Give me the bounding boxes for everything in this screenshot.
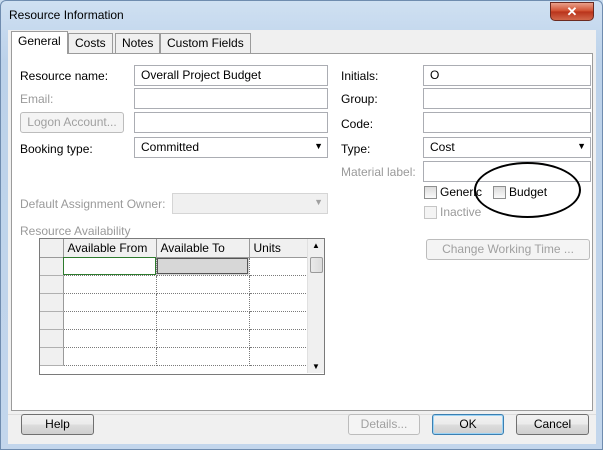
availability-table: Available From Available To Units	[40, 239, 308, 366]
available-from-cell[interactable]	[63, 347, 157, 366]
table-row	[40, 311, 308, 330]
dialog-client-area: General Costs Notes Custom Fields Resour…	[8, 30, 596, 444]
code-field[interactable]	[423, 112, 591, 133]
resource-name-field[interactable]: Overall Project Budget	[134, 65, 328, 86]
booking-type-label: Booking type:	[20, 142, 93, 156]
row-header-cell[interactable]	[40, 257, 64, 276]
available-to-cell[interactable]	[156, 311, 250, 330]
chevron-down-icon: ▼	[314, 197, 323, 207]
group-label: Group:	[341, 92, 378, 106]
ok-button[interactable]: OK	[432, 414, 504, 435]
row-header-cell[interactable]	[40, 347, 64, 366]
email-field[interactable]	[134, 88, 328, 109]
row-header-cell[interactable]	[40, 293, 64, 312]
available-to-cell[interactable]	[156, 275, 250, 294]
row-header-cell[interactable]	[40, 311, 64, 330]
available-from-cell[interactable]	[63, 257, 157, 276]
inactive-checkbox[interactable]	[424, 206, 437, 219]
available-from-cell[interactable]	[63, 311, 157, 330]
units-cell[interactable]	[249, 275, 308, 294]
type-label: Type:	[341, 142, 371, 156]
available-to-cell[interactable]	[156, 329, 250, 348]
tab-notes[interactable]: Notes	[115, 33, 161, 53]
units-cell[interactable]	[249, 329, 308, 348]
table-row	[40, 275, 308, 294]
column-header-units[interactable]: Units	[249, 239, 308, 258]
units-cell[interactable]	[249, 347, 308, 366]
column-header-available-to[interactable]: Available To	[156, 239, 250, 258]
cancel-button[interactable]: Cancel	[516, 414, 589, 435]
column-header-rowhead	[40, 239, 64, 258]
type-select[interactable]: Cost ▼	[423, 137, 591, 158]
scroll-thumb[interactable]	[310, 257, 323, 273]
row-header-cell[interactable]	[40, 275, 64, 294]
generic-checkbox[interactable]	[424, 186, 437, 199]
table-row	[40, 329, 308, 348]
booking-type-value: Committed	[141, 140, 200, 154]
scroll-up-icon[interactable]: ▲	[312, 241, 320, 250]
table-row	[40, 293, 308, 312]
default-owner-label: Default Assignment Owner:	[20, 197, 166, 211]
grid-vertical-scrollbar[interactable]: ▲ ▼	[307, 239, 324, 373]
available-to-cell[interactable]	[156, 257, 250, 276]
available-from-cell[interactable]	[63, 275, 157, 294]
resource-availability-grid[interactable]: Available From Available To Units ▲ ▼	[39, 238, 325, 375]
tab-general[interactable]: General	[11, 31, 68, 54]
details-button[interactable]: Details...	[348, 414, 420, 435]
inactive-label: Inactive	[440, 205, 482, 219]
resource-availability-label: Resource Availability	[20, 224, 131, 238]
table-header-row: Available From Available To Units	[40, 239, 308, 258]
chevron-down-icon: ▼	[314, 141, 323, 151]
change-working-time-button[interactable]: Change Working Time ...	[426, 239, 590, 260]
window-title: Resource Information	[9, 8, 124, 22]
units-cell[interactable]	[249, 257, 308, 276]
available-from-cell[interactable]	[63, 329, 157, 348]
available-from-cell[interactable]	[63, 293, 157, 312]
logon-account-button[interactable]: Logon Account...	[20, 112, 124, 133]
table-row	[40, 257, 308, 276]
group-field[interactable]	[423, 88, 591, 109]
units-cell[interactable]	[249, 311, 308, 330]
initials-field[interactable]: O	[423, 65, 591, 86]
default-owner-select[interactable]: ▼	[172, 193, 328, 214]
resource-information-dialog: Resource Information ✕ General Costs Not…	[0, 0, 603, 450]
code-label: Code:	[341, 117, 374, 131]
tab-costs[interactable]: Costs	[68, 33, 113, 53]
help-button[interactable]: Help	[21, 414, 94, 435]
resource-name-label: Resource name:	[20, 69, 109, 83]
annotation-ellipse	[474, 162, 581, 218]
scroll-down-icon[interactable]: ▼	[312, 362, 320, 371]
type-value: Cost	[430, 140, 455, 154]
email-label: Email:	[20, 92, 54, 106]
column-header-available-from[interactable]: Available From	[63, 239, 157, 258]
close-icon[interactable]: ✕	[550, 2, 594, 21]
logon-account-field[interactable]	[134, 112, 328, 133]
title-bar[interactable]: Resource Information ✕	[1, 1, 602, 29]
available-to-cell[interactable]	[156, 347, 250, 366]
units-cell[interactable]	[249, 293, 308, 312]
tab-custom-fields[interactable]: Custom Fields	[160, 33, 251, 53]
material-label-label: Material label:	[341, 165, 416, 179]
chevron-down-icon: ▼	[577, 141, 586, 151]
general-tab-panel: Resource name: Overall Project Budget Em…	[11, 53, 593, 411]
table-row	[40, 347, 308, 366]
available-to-cell[interactable]	[156, 293, 250, 312]
booking-type-select[interactable]: Committed ▼	[134, 137, 328, 158]
row-header-cell[interactable]	[40, 329, 64, 348]
footer-separator	[8, 414, 596, 415]
initials-label: Initials:	[341, 69, 379, 83]
